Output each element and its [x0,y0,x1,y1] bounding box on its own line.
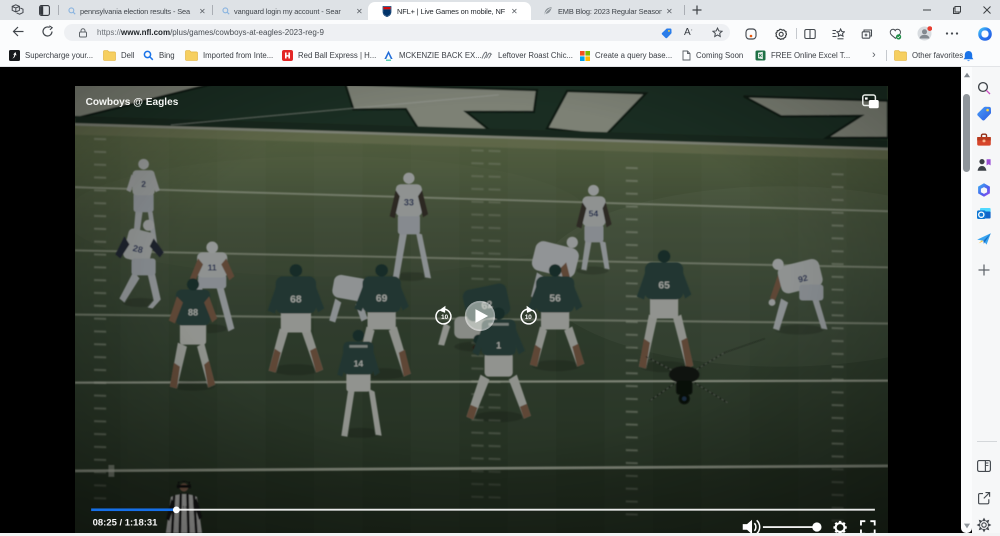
svg-text:Cowboys @ Eagles: Cowboys @ Eagles [86,97,179,108]
svg-text:08:25 / 1:18:31: 08:25 / 1:18:31 [93,518,158,529]
svg-text:10: 10 [441,314,448,321]
svg-text:10: 10 [525,314,532,321]
